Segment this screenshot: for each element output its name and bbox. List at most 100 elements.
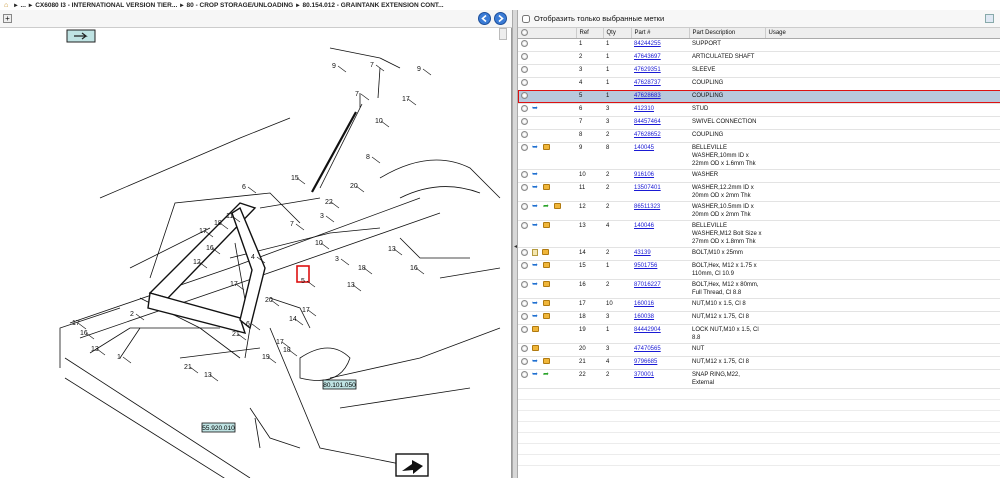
info-arrow-icon[interactable]: ➥ (532, 184, 539, 191)
row-part-number[interactable]: 140046 (631, 220, 689, 248)
part-number-link[interactable]: 916106 (634, 172, 654, 178)
part-number-link[interactable]: 160016 (634, 301, 654, 307)
callout-label[interactable]: 2 (130, 311, 134, 318)
kit-box-icon[interactable] (532, 326, 539, 332)
table-row[interactable]: 8 2 47628652 COUPLING (518, 129, 1000, 143)
add-to-cart-icon[interactable] (521, 104, 528, 112)
add-to-cart-icon[interactable] (521, 78, 528, 86)
row-part-number[interactable]: 87016227 (631, 279, 689, 299)
add-to-cart-icon[interactable] (521, 357, 528, 365)
table-row[interactable]: ➥ 10 2 916106 WASHER (518, 169, 1000, 183)
table-row[interactable]: 19 1 84442904 LOCK NUT,M10 x 1.5, Cl 8.8 (518, 324, 1000, 344)
part-number-link[interactable]: 84244255 (634, 41, 661, 47)
add-to-cart-icon[interactable] (521, 325, 528, 333)
row-part-number[interactable]: 84244255 (631, 38, 689, 52)
add-to-cart-icon[interactable] (521, 221, 528, 229)
part-number-link[interactable]: 47628652 (634, 132, 661, 138)
table-row[interactable]: ➥ 11 2 13507401 WASHER,12.2mm ID x 20mm OD x… (518, 182, 1000, 202)
add-to-cart-icon[interactable] (521, 202, 528, 210)
info-arrow-icon[interactable]: ➥ (532, 222, 539, 229)
add-to-cart-icon[interactable] (521, 65, 528, 73)
breadcrumb-item-section[interactable]: 80 - CROP STORAGE/UNLOADING (187, 2, 294, 9)
header-qty[interactable]: Qty (603, 28, 632, 39)
kit-box-icon[interactable] (543, 222, 550, 228)
table-row[interactable]: ➥ 18 3 160038 NUT,M12 x 1.75, Cl 8 (518, 311, 1000, 325)
row-part-number[interactable]: 370001 (631, 369, 689, 389)
callout-label[interactable]: 7 (355, 91, 359, 98)
part-number-link[interactable]: 84457464 (634, 119, 661, 125)
part-number-link[interactable]: 9501756 (634, 263, 657, 269)
table-row[interactable]: 2 1 47643697 ARTICULATED SHAFT (518, 51, 1000, 65)
row-part-number[interactable]: 916106 (631, 169, 689, 183)
row-part-number[interactable]: 160038 (631, 311, 689, 325)
exploded-diagram[interactable]: 7 9 17 7 10 8 15 20 22 3 10 13 6 11 18 17 16 12 2 4 1 5 14 17 20… (0, 28, 508, 478)
info-arrow-icon[interactable]: ➥ (532, 171, 539, 178)
add-to-cart-icon[interactable] (521, 280, 528, 288)
part-number-link[interactable]: 140045 (634, 145, 654, 151)
table-row[interactable]: 7 3 84457464 SWIVEL CONNECTION (518, 116, 1000, 130)
kit-box-icon[interactable] (543, 184, 550, 190)
header-select-all[interactable] (518, 28, 577, 39)
part-number-link[interactable]: 84442904 (634, 327, 661, 333)
ref-tag-55-920-010[interactable]: 55.920.010 (201, 422, 236, 433)
table-row[interactable]: ➥ 13 4 140046 BELLEVILLE WASHER,M12 Bolt Siz… (518, 220, 1000, 248)
kit-box-icon[interactable] (554, 203, 561, 209)
export-icon[interactable] (985, 14, 994, 23)
header-ref[interactable]: Ref (576, 28, 604, 39)
add-to-cart-icon[interactable] (521, 39, 528, 47)
part-number-link[interactable]: 47629351 (634, 67, 661, 73)
row-part-number[interactable]: 84442904 (631, 324, 689, 344)
note-page-icon[interactable] (532, 248, 538, 256)
part-number-link[interactable]: 140046 (634, 223, 654, 229)
callout-label[interactable]: 8 (366, 154, 370, 161)
table-row[interactable]: ➥ 15 1 9501756 BOLT,Hex, M12 x 1.75 x 110mm,… (518, 260, 1000, 280)
part-number-link[interactable]: 160038 (634, 314, 654, 320)
kit-box-icon[interactable] (542, 249, 549, 255)
info-arrow-icon[interactable]: ➥ (532, 281, 539, 288)
info-arrow-icon[interactable]: ➥ (532, 300, 539, 307)
show-selected-only-checkbox[interactable] (522, 14, 530, 23)
add-to-cart-icon[interactable] (521, 52, 528, 60)
row-part-number[interactable]: 9501756 (631, 260, 689, 280)
add-to-cart-icon[interactable] (521, 344, 528, 352)
home-icon[interactable]: ⌂ (4, 2, 8, 9)
part-number-link[interactable]: 47470565 (634, 346, 661, 352)
ref-tag-80-101-050[interactable]: 80.101.050 (322, 379, 357, 390)
table-row[interactable]: ➥ ➦ 22 2 370001 SNAP RING,M22, External (518, 369, 1000, 389)
add-to-cart-icon[interactable] (521, 130, 528, 138)
row-part-number[interactable]: 47629351 (631, 64, 689, 78)
row-part-number[interactable]: 160016 (631, 298, 689, 312)
add-to-cart-icon[interactable] (521, 170, 528, 178)
callout-label[interactable]: 9 (417, 66, 421, 73)
zoom-in-icon[interactable]: + (3, 14, 12, 23)
callout-label[interactable]: 4 (251, 254, 255, 261)
table-row[interactable]: ➥ 9 8 140045 BELLEVILLE WASHER,10mm ID x 22m… (518, 142, 1000, 170)
kit-box-icon[interactable] (543, 262, 550, 268)
callout-label[interactable]: 3 (320, 213, 324, 220)
row-part-number[interactable]: 86511323 (631, 201, 689, 221)
header-description[interactable]: Part Description (689, 28, 766, 39)
row-part-number[interactable]: 47628737 (631, 77, 689, 91)
diagram-scrollbar[interactable] (499, 28, 507, 40)
row-part-number[interactable]: 412310 (631, 103, 689, 117)
callout-label[interactable]: 7 (290, 221, 294, 228)
kit-box-icon[interactable] (543, 313, 550, 319)
table-row[interactable]: 14 2 43139 BOLT,M10 x 25mm (518, 247, 1000, 261)
add-to-cart-icon[interactable] (521, 91, 528, 99)
kit-box-icon[interactable] (543, 144, 550, 150)
table-row[interactable]: ➥ 17 10 160016 NUT,M10 x 1.5, Cl 8 (518, 298, 1000, 312)
row-part-number[interactable]: 140045 (631, 142, 689, 170)
info-arrow-icon[interactable]: ➥ (532, 144, 539, 151)
row-part-number[interactable]: 47628683 (631, 90, 689, 104)
replacement-arrow-icon[interactable]: ➦ (543, 203, 550, 210)
kit-box-icon[interactable] (543, 281, 550, 287)
row-part-number[interactable]: 47470565 (631, 343, 689, 357)
part-number-link[interactable]: 412310 (634, 106, 654, 112)
table-row[interactable]: 1 1 84244255 SUPPORT (518, 38, 1000, 52)
table-row[interactable]: 3 1 47629351 SLEEVE (518, 64, 1000, 78)
next-icon[interactable] (494, 12, 507, 25)
part-number-link[interactable]: 370001 (634, 372, 654, 378)
info-arrow-icon[interactable]: ➥ (532, 371, 539, 378)
part-number-link[interactable]: 86511323 (634, 204, 660, 210)
info-arrow-icon[interactable]: ➥ (532, 262, 539, 269)
